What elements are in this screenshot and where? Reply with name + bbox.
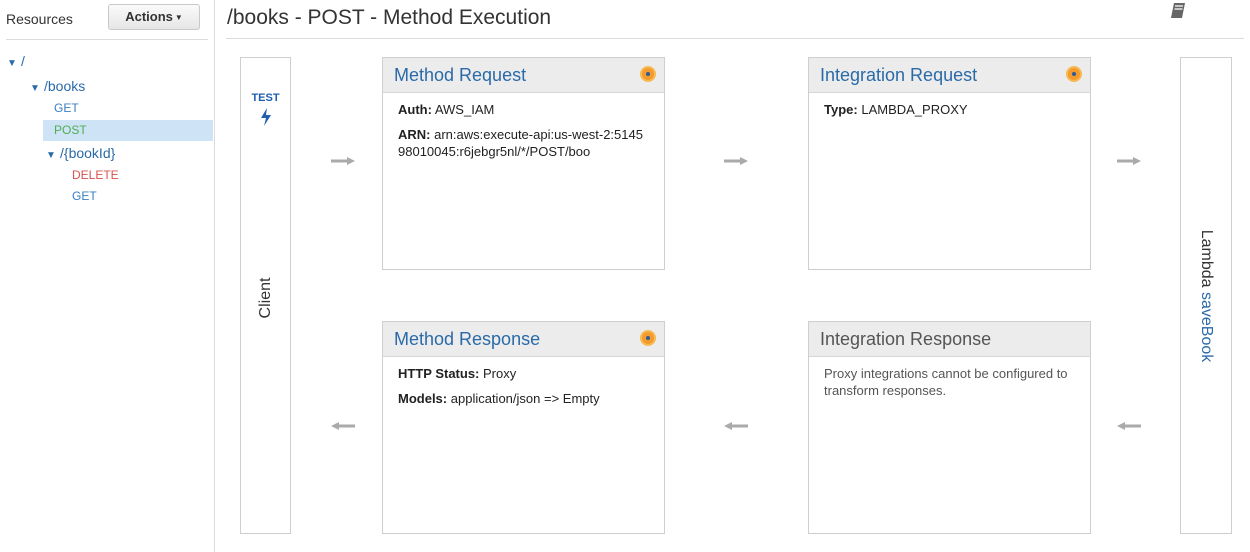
lambda-panel: Lambda saveBook	[1180, 57, 1232, 534]
arrow-left-icon	[1117, 422, 1141, 430]
test-link[interactable]: TEST	[241, 92, 290, 104]
card-body: Auth: AWS_IAM ARN: arn:aws:execute-api:u…	[383, 93, 664, 174]
method-response-card: Method Response HTTP Status: Proxy Model…	[382, 321, 665, 534]
tree-method-bookid-get[interactable]: GET	[72, 187, 97, 205]
actions-label: Actions	[125, 9, 173, 24]
resources-title: Resources	[6, 11, 73, 27]
models-value: application/json => Empty	[450, 391, 600, 406]
tree-method-books-post[interactable]: POST	[54, 121, 87, 139]
expand-triangle-icon[interactable]: ▼	[46, 147, 60, 165]
tree-item-bookid[interactable]: ▼/{bookId}	[46, 144, 115, 162]
client-panel: TEST Client	[240, 57, 291, 534]
arrow-right-icon	[1117, 157, 1141, 165]
resources-sidebar: Resources Actions ▼ ▼ / ▼/books GET POST ▼…	[0, 0, 215, 552]
actions-button[interactable]: Actions ▼	[108, 4, 200, 30]
method-label: GET	[72, 189, 97, 203]
header-divider	[226, 38, 1244, 39]
expand-triangle-icon[interactable]: ▼	[7, 55, 21, 73]
integration-request-card: Integration Request Type: LAMBDA_PROXY	[808, 57, 1091, 270]
type-value: LAMBDA_PROXY	[861, 102, 968, 117]
card-body: Type: LAMBDA_PROXY	[809, 93, 1090, 132]
sidebar-divider	[6, 39, 208, 40]
card-header: Method Response	[383, 322, 664, 357]
integration-response-card: Integration Response Proxy integrations …	[808, 321, 1091, 534]
http-status-value: Proxy	[483, 366, 517, 381]
card-header: Integration Response	[809, 322, 1090, 357]
method-label: GET	[54, 101, 79, 115]
page-title: /books - POST - Method Execution	[227, 6, 552, 29]
caret-down-icon: ▼	[174, 12, 183, 22]
arrow-right-icon	[724, 157, 748, 165]
lambda-function-link[interactable]: saveBook	[1198, 292, 1215, 362]
tree-item-books[interactable]: ▼/books	[30, 77, 85, 95]
method-label: POST	[54, 123, 87, 137]
arrow-left-icon	[724, 422, 748, 430]
arn-label: ARN:	[398, 127, 431, 142]
client-label: Client	[256, 277, 274, 319]
integration-response-title: Integration Response	[820, 329, 992, 349]
models-label: Models:	[398, 391, 448, 406]
arn-value: arn:aws:execute-api:us-west-2:5145980100…	[398, 127, 643, 159]
tree-item-root[interactable]: ▼ /	[7, 52, 25, 70]
tree-method-bookid-delete[interactable]: DELETE	[72, 166, 119, 184]
lightning-bolt-icon[interactable]	[241, 108, 290, 131]
auth-value: AWS_IAM	[434, 102, 495, 117]
tree-item-label: /books	[44, 78, 86, 94]
lambda-prefix: Lambda	[1198, 229, 1215, 288]
card-body: Proxy integrations cannot be configured …	[809, 357, 1090, 413]
method-response-link[interactable]: Method Response	[394, 329, 540, 350]
auth-label: Auth:	[398, 102, 432, 117]
status-dot-icon	[640, 330, 656, 346]
tree-item-label: /{bookId}	[60, 145, 116, 161]
type-label: Type:	[824, 102, 858, 117]
integration-response-note: Proxy integrations cannot be configured …	[824, 366, 1068, 398]
method-request-link[interactable]: Method Request	[394, 65, 526, 86]
status-dot-icon	[640, 66, 656, 82]
integration-request-link[interactable]: Integration Request	[820, 65, 977, 86]
expand-triangle-icon[interactable]: ▼	[30, 80, 44, 98]
http-status-label: HTTP Status:	[398, 366, 480, 381]
card-header: Method Request	[383, 58, 664, 93]
book-icon[interactable]	[1170, 2, 1186, 25]
method-label: DELETE	[72, 168, 119, 182]
arrow-right-icon	[331, 157, 355, 165]
tree-method-books-get[interactable]: GET	[54, 99, 79, 117]
card-header: Integration Request	[809, 58, 1090, 93]
arrow-left-icon	[331, 422, 355, 430]
tree-item-label: /	[21, 53, 25, 69]
method-request-card: Method Request Auth: AWS_IAM ARN: arn:aw…	[382, 57, 665, 270]
lambda-label: Lambda saveBook	[1197, 230, 1215, 363]
status-dot-icon	[1066, 66, 1082, 82]
card-body: HTTP Status: Proxy Models: application/j…	[383, 357, 664, 421]
